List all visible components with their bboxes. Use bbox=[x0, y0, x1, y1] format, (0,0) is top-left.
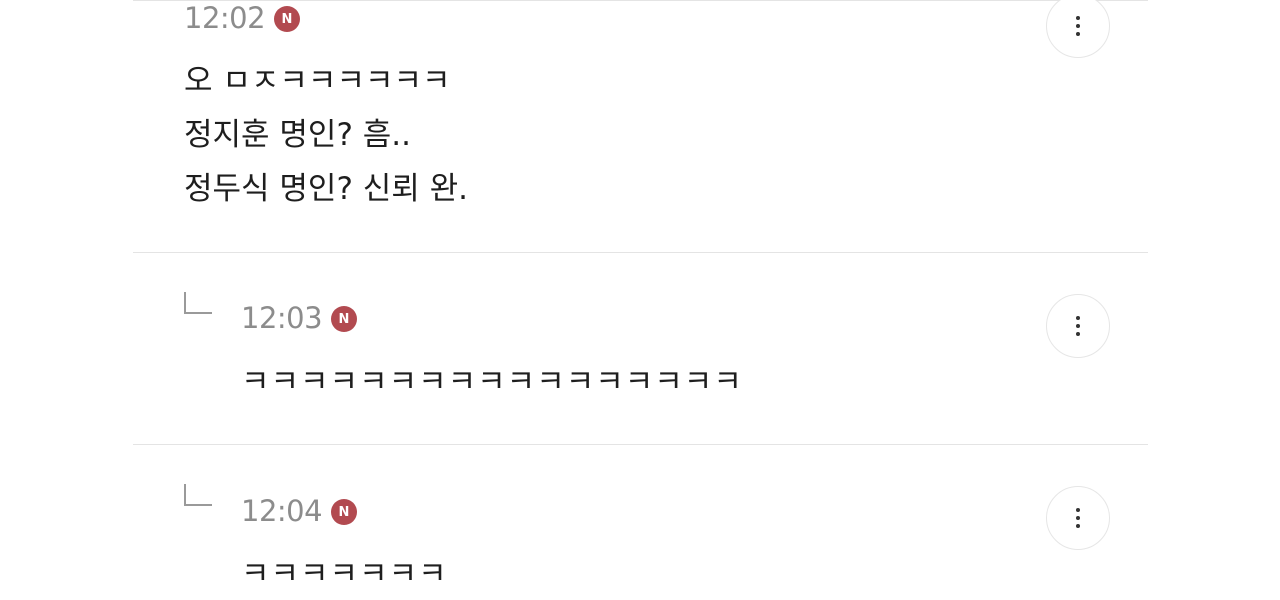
reply-arrow-icon bbox=[184, 484, 212, 506]
divider bbox=[133, 252, 1148, 253]
new-badge-icon: N bbox=[274, 6, 300, 32]
more-options-button[interactable] bbox=[1046, 0, 1110, 58]
comment-line: 오 ㅁㅈㅋㅋㅋㅋㅋㅋ bbox=[184, 63, 451, 99]
comment-list: 12:02 N 오 ㅁㅈㅋㅋㅋㅋㅋㅋ 정지훈 명인? 흠.. 정두식 명인? 신… bbox=[0, 0, 1280, 600]
divider bbox=[133, 0, 1148, 1]
comment-time: 12:03 bbox=[241, 301, 323, 335]
comment-line: 정지훈 명인? 흠.. bbox=[184, 117, 411, 153]
comment-time: 12:02 bbox=[184, 1, 266, 35]
more-vertical-icon bbox=[1076, 508, 1080, 512]
comment-line: ㅋㅋㅋㅋㅋㅋㅋㅋㅋㅋㅋㅋㅋㅋㅋㅋㅋ bbox=[241, 364, 743, 400]
more-options-button[interactable] bbox=[1046, 294, 1110, 358]
comment-line: 정두식 명인? 신뢰 완. bbox=[184, 171, 469, 207]
comment-time: 12:04 bbox=[241, 494, 323, 528]
more-vertical-icon bbox=[1076, 316, 1080, 320]
new-badge-icon: N bbox=[331, 306, 357, 332]
new-badge-icon: N bbox=[331, 499, 357, 525]
comment-line: ㅋㅋㅋㅋㅋㅋㅋ bbox=[241, 556, 448, 592]
more-vertical-icon bbox=[1076, 16, 1080, 20]
reply-arrow-icon bbox=[184, 292, 212, 314]
divider bbox=[133, 444, 1148, 445]
more-options-button[interactable] bbox=[1046, 486, 1110, 550]
